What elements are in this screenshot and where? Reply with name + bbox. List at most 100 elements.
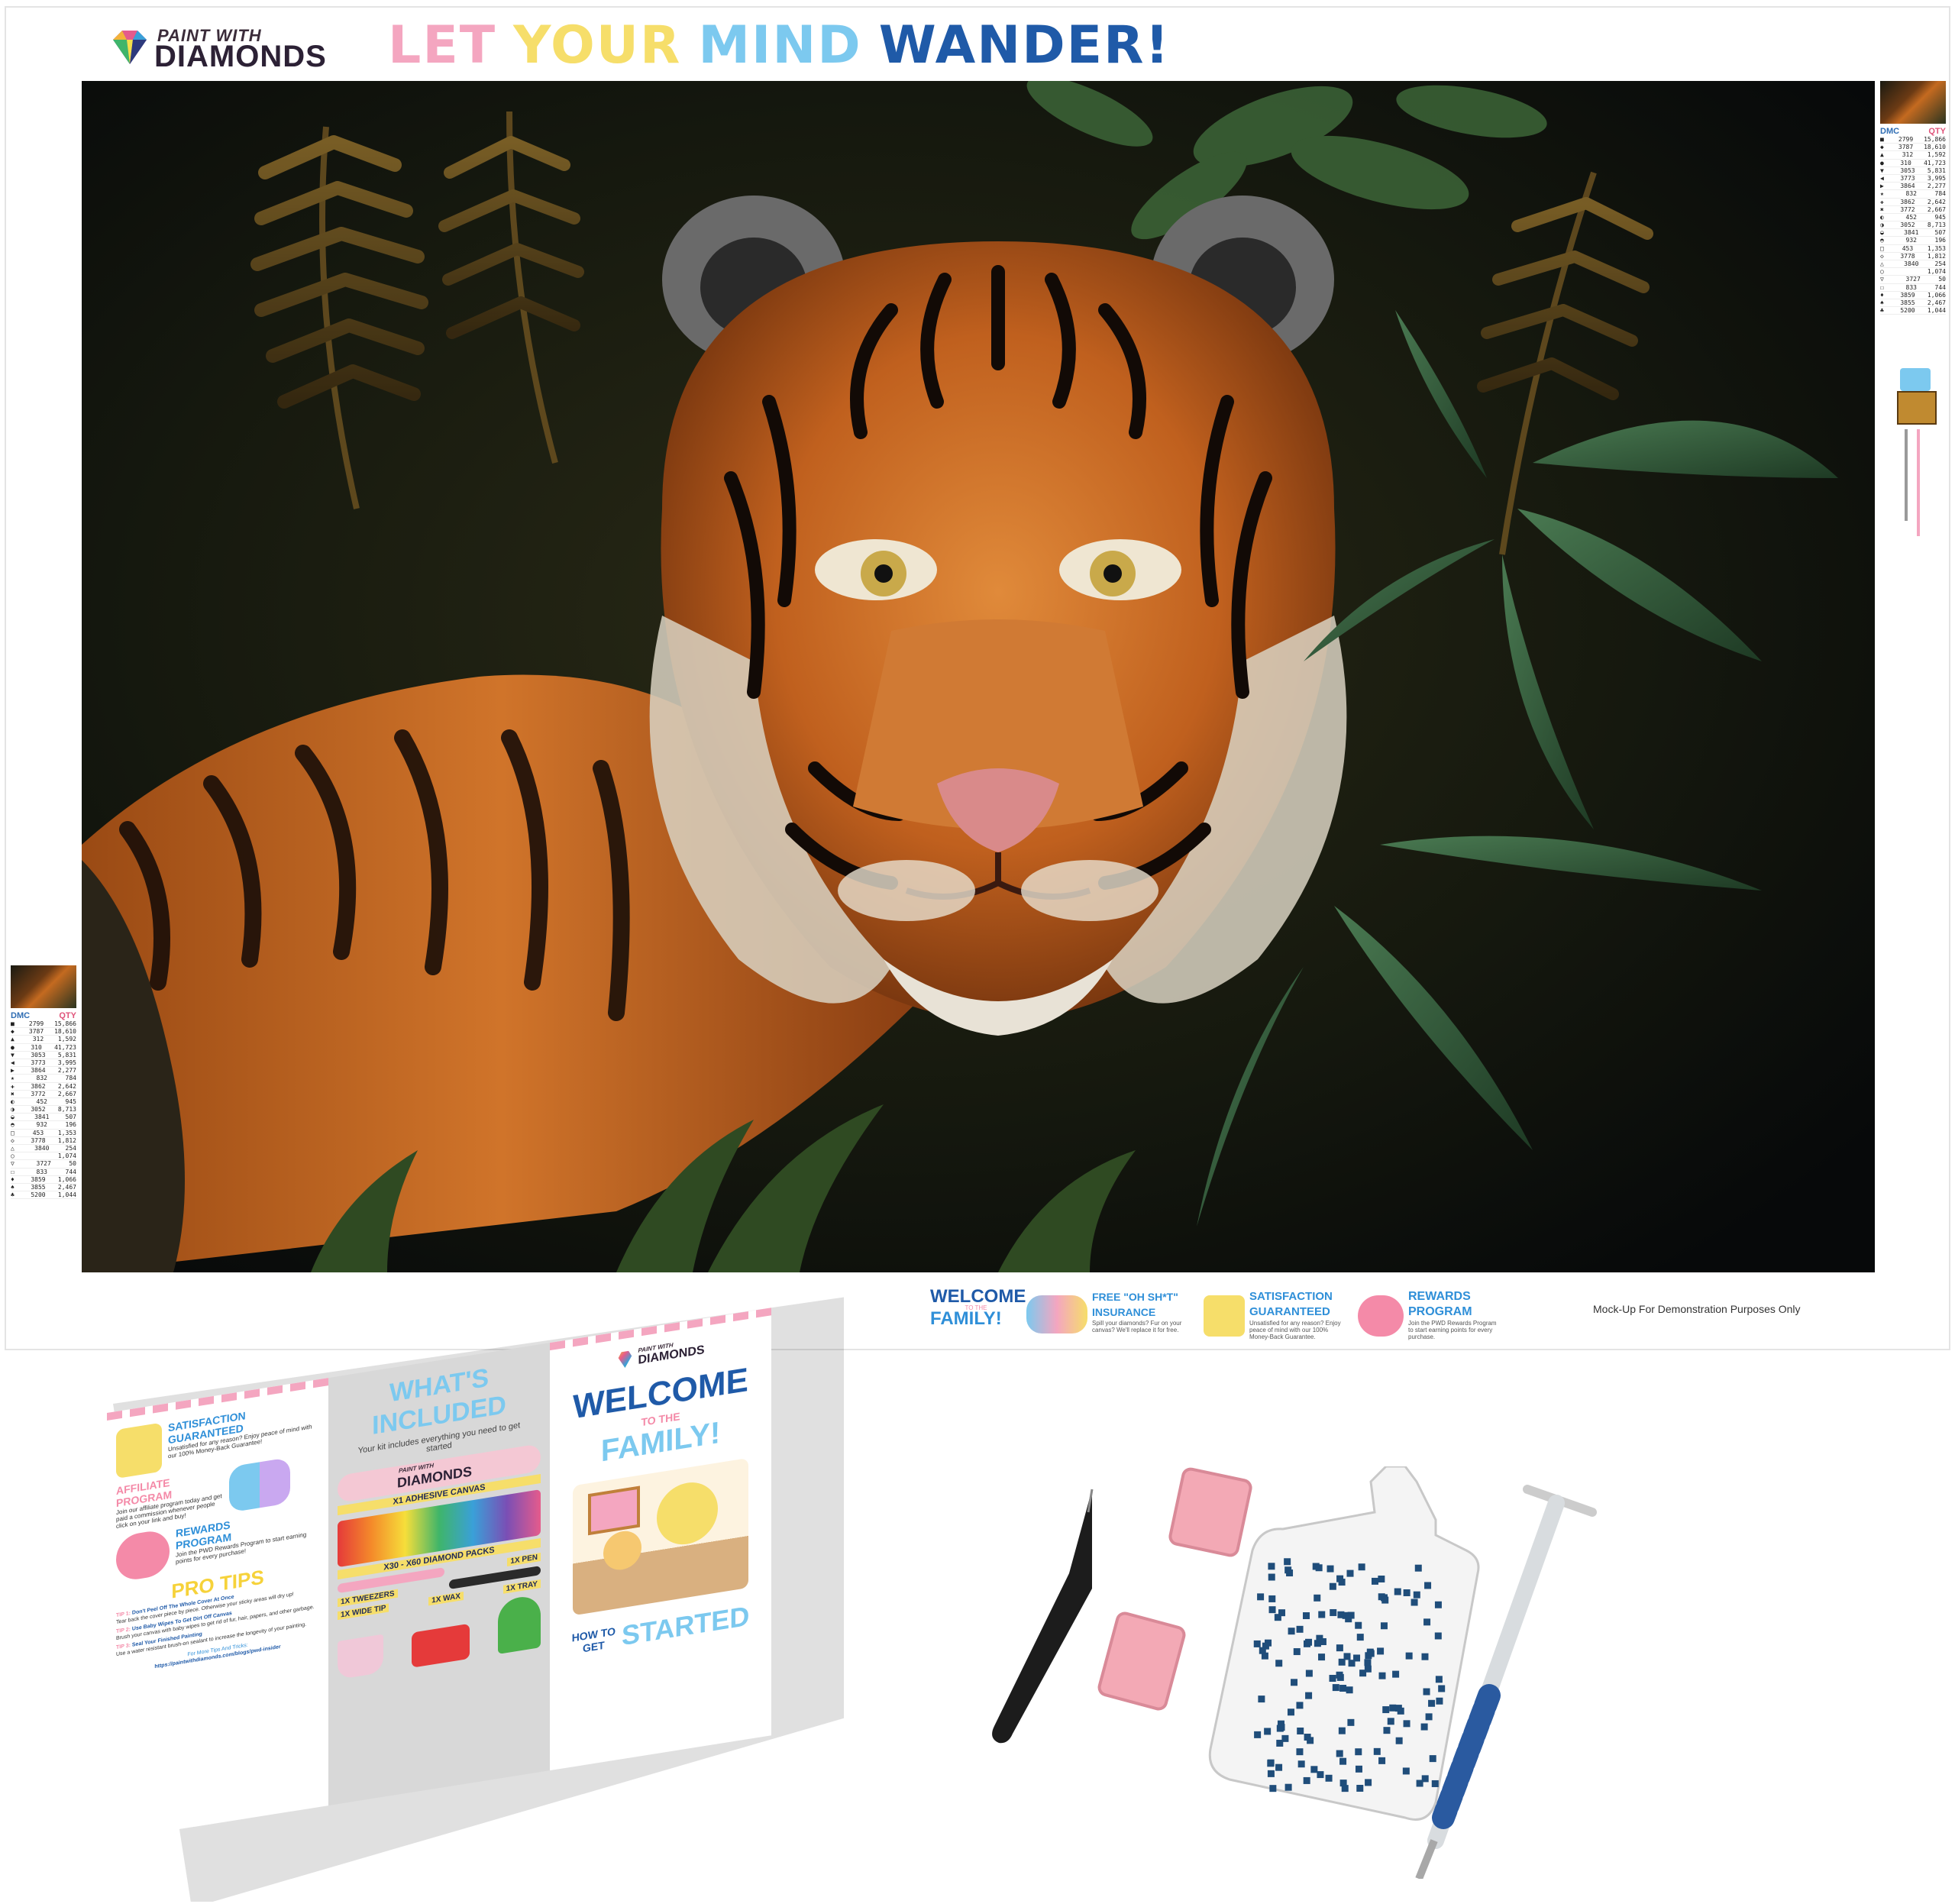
legend-qty: 15,866 — [1924, 136, 1946, 143]
diamond-bead — [1275, 1763, 1283, 1771]
diamond-bead — [1355, 1765, 1362, 1773]
diamond-bead — [1373, 1747, 1381, 1755]
badge-text: Spill your diamonds? Fur on your canvas?… — [1092, 1320, 1182, 1333]
legend-dmc-code: 832 — [36, 1075, 47, 1082]
tray-icon — [498, 1594, 541, 1654]
legend-row: △ 3840 254 — [11, 1145, 76, 1153]
diamond-bead — [1318, 1653, 1326, 1661]
legend-dmc-code: 5200 — [1900, 307, 1915, 315]
tagline-word: WANDER! — [878, 15, 1171, 76]
legend-dmc-code: 3052 — [31, 1106, 46, 1114]
legend-symbol-icon: ♦ — [1880, 291, 1884, 299]
legend-qty: 744 — [1934, 283, 1946, 291]
diamond-bead — [1378, 1757, 1386, 1764]
diamond-bead — [1364, 1659, 1372, 1666]
legend-dmc-code: 3772 — [31, 1090, 46, 1097]
diamond-bead — [1258, 1695, 1265, 1703]
legend-dmc-code: 3859 — [31, 1175, 46, 1183]
legend-qty: 2,467 — [57, 1183, 76, 1191]
legend-symbol-icon: ▲ — [11, 1036, 15, 1043]
legend-dmc-code: 833 — [1905, 283, 1917, 291]
legend-symbol-icon: ♣ — [1880, 307, 1884, 315]
legend-symbol-icon: ◀ — [1880, 174, 1884, 182]
legend-dmc-code: 3773 — [1900, 174, 1915, 182]
legend-symbol-icon: ◓ — [1880, 237, 1884, 244]
legend-symbol-icon: ✚ — [1880, 198, 1884, 205]
legend-qty: 2,642 — [57, 1082, 76, 1090]
insurance-icon — [1026, 1295, 1087, 1333]
diamond-bead — [1405, 1652, 1413, 1660]
legend-symbol-icon: ▲ — [1880, 151, 1884, 159]
diamond-bead — [1387, 1718, 1394, 1725]
diamond-bead — [1317, 1771, 1324, 1779]
legend-dmc-code: 3778 — [1900, 252, 1915, 260]
tiger-painting — [82, 81, 1875, 1272]
diamond-bead — [1403, 1720, 1411, 1728]
legend-qty: 507 — [1934, 229, 1946, 237]
diamond-bead — [1436, 1697, 1443, 1705]
diamond-bead — [1304, 1733, 1311, 1741]
diamond-bead — [1305, 1638, 1313, 1646]
diamond-bead — [1413, 1591, 1420, 1599]
legend-symbol-icon: ◀ — [11, 1059, 15, 1066]
booklet-right-panel: PAINT WITH DIAMONDS WELCOME TO THE FAMIL… — [550, 1308, 771, 1771]
badge-title: PROGRAM — [1408, 1305, 1472, 1318]
legend-dmc-code: 3855 — [31, 1183, 46, 1191]
legend-symbol-icon: ◒ — [11, 1114, 15, 1121]
legend-qty: 18,610 — [54, 1028, 76, 1036]
legend-qty: 1,066 — [57, 1175, 76, 1183]
diamond-bead — [1336, 1575, 1344, 1582]
diamond-bead — [1315, 1564, 1323, 1572]
legend-symbol-icon: ▶ — [11, 1067, 15, 1075]
badge-title: GUARANTEED — [1249, 1305, 1330, 1318]
frame-icon — [1897, 391, 1937, 425]
diamond-bead — [1428, 1699, 1436, 1707]
legend-qty: 744 — [65, 1168, 76, 1175]
legend-thumbnail — [1880, 81, 1946, 124]
legend-row: ◐ 452 945 — [11, 1097, 76, 1107]
legend-row: ♣ 5200 1,044 — [1880, 307, 1946, 315]
diamond-bead — [1378, 1672, 1386, 1679]
legend-dmc-code: 3787 — [28, 1028, 44, 1036]
tagline-word: LET — [388, 15, 497, 76]
legend-row: ◓ 932 196 — [1880, 237, 1946, 245]
diamond-bead — [1297, 1760, 1305, 1768]
legend-symbol-icon: ◐ — [1880, 213, 1884, 221]
legend-symbol-icon: △ — [11, 1145, 15, 1152]
legend-symbol-icon: ◒ — [1880, 229, 1884, 237]
legend-row: ♠ 3855 2,467 — [11, 1183, 76, 1192]
legend-qty: 1,074 — [1927, 268, 1946, 276]
legend-row: ♦ 3859 1,066 — [1880, 292, 1946, 299]
legend-row: ◓ 932 196 — [11, 1121, 76, 1130]
tagline-word: YOUR — [513, 15, 682, 76]
legend-row: ◑ 3052 8,713 — [1880, 221, 1946, 230]
diamond-bead — [1380, 1622, 1388, 1630]
diamond-bead — [1268, 1595, 1276, 1602]
diamond-bead — [1332, 1684, 1339, 1692]
diamond-bead — [1356, 1634, 1364, 1641]
welcome-booklet: SATISFACTION GUARANTEED Unsatisfied for … — [107, 1291, 844, 1902]
diamond-bead — [1310, 1766, 1318, 1773]
legend-qty: 41,723 — [1924, 159, 1946, 166]
legend-qty: 1,066 — [1927, 291, 1946, 299]
diamond-bead — [1402, 1767, 1410, 1775]
legend-row: ✖ 3772 2,667 — [1880, 206, 1946, 214]
legend-dmc-code: 452 — [36, 1097, 47, 1105]
legend-qty: 2,277 — [1927, 183, 1946, 190]
diamond-bead — [1278, 1609, 1286, 1617]
diamond-bead — [1296, 1748, 1304, 1756]
legend-dmc-code: 932 — [36, 1121, 47, 1129]
diamond-bead — [1284, 1783, 1292, 1791]
legend-row: ■ 2799 15,866 — [11, 1020, 76, 1029]
legend-row: ▶ 3864 2,277 — [1880, 183, 1946, 191]
mockup-note: Mock-Up For Demonstration Purposes Only — [1593, 1303, 1801, 1315]
legend-dmc-code: 310 — [31, 1043, 42, 1051]
legend-row: ★ 832 784 — [11, 1075, 76, 1083]
diamond-bead — [1267, 1760, 1275, 1767]
legend-qty: 1,044 — [1927, 307, 1946, 315]
diamond-bead — [1296, 1625, 1304, 1633]
legend-dmc-code: 3727 — [1905, 276, 1921, 283]
legend-qty: 5,831 — [1927, 166, 1946, 174]
legend-symbol-icon: ♠ — [1880, 299, 1884, 306]
insurance-badge: FREE "OH SH*T" INSURANCE Spill your diam… — [1026, 1289, 1194, 1341]
